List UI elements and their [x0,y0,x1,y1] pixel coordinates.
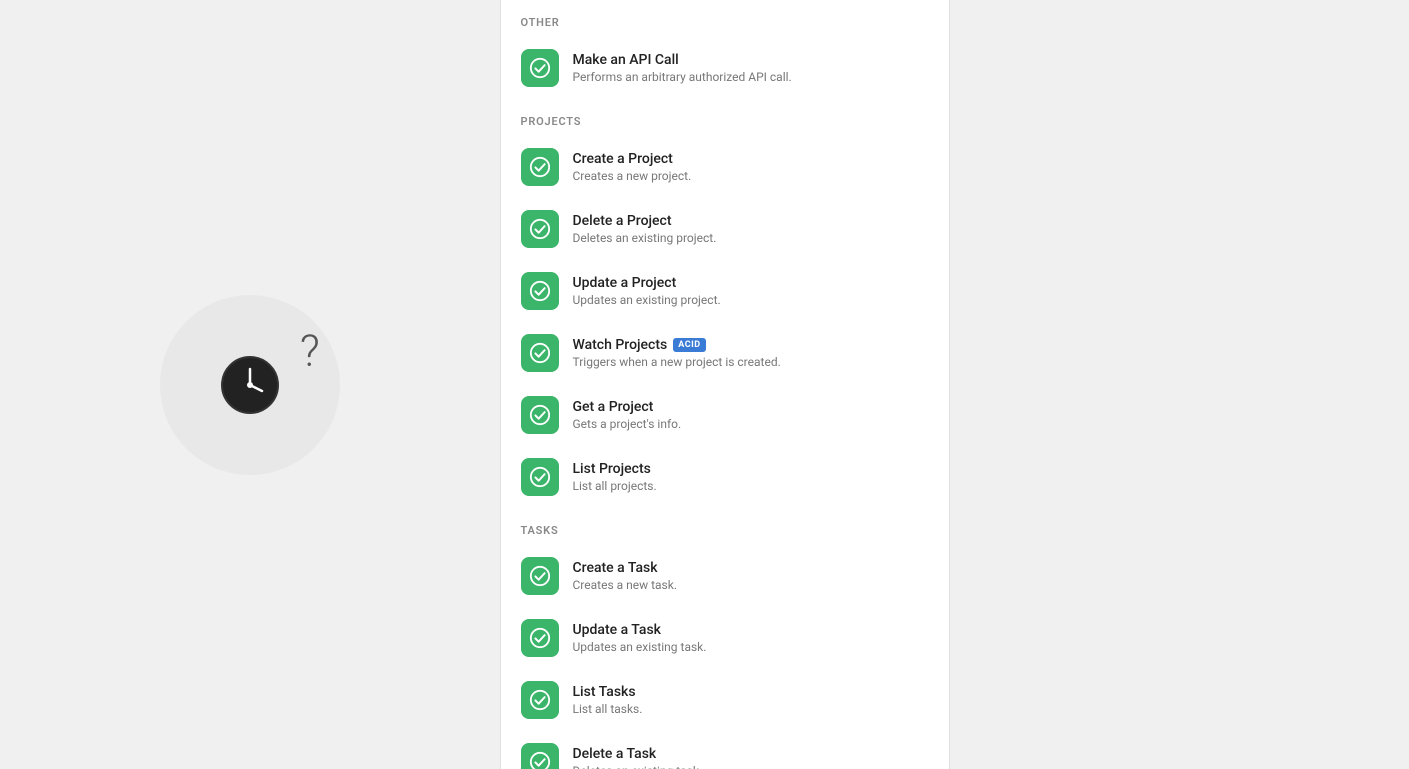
list-item-update-task[interactable]: Update a Task Updates an existing task. [501,607,949,669]
item-title-create-project: Create a Project [573,151,692,167]
item-text-list-projects: List Projects List all projects. [573,461,657,493]
item-text-create-task: Create a Task Creates a new task. [573,560,678,592]
item-title-get-project: Get a Project [573,399,682,415]
item-text-get-project: Get a Project Gets a project's info. [573,399,682,431]
item-text-make-api-call: Make an API Call Performs an arbitrary au… [573,52,792,84]
item-icon-list-projects [521,458,559,496]
list-item-create-project[interactable]: Create a Project Creates a new project. [501,136,949,198]
main-panel: OTHER Make an API Call Performs an arbitr… [500,0,950,769]
left-area: ? [0,0,500,769]
item-title-create-task: Create a Task [573,560,678,576]
section-header-tasks: TASKS [501,508,949,545]
list-item-make-api-call[interactable]: Make an API Call Performs an arbitrary au… [501,37,949,99]
item-text-delete-task: Delete a Task Deletes an existing task. [573,746,703,769]
item-desc-delete-task: Deletes an existing task. [573,764,703,769]
list-item-list-tasks[interactable]: List Tasks List all tasks. [501,669,949,731]
item-title-update-task: Update a Task [573,622,707,638]
item-title-watch-projects: Watch ProjectsACID [573,337,781,353]
decorative-circle: ? [160,295,340,475]
item-icon-delete-project [521,210,559,248]
list-item-delete-task[interactable]: Delete a Task Deletes an existing task. [501,731,949,769]
item-icon-make-api-call [521,49,559,87]
badge-watch-projects: ACID [673,338,705,352]
list-item-get-project[interactable]: Get a Project Gets a project's info. [501,384,949,446]
item-desc-list-projects: List all projects. [573,479,657,493]
list-item-create-task[interactable]: Create a Task Creates a new task. [501,545,949,607]
item-icon-create-task [521,557,559,595]
item-desc-create-project: Creates a new project. [573,169,692,183]
item-desc-get-project: Gets a project's info. [573,417,682,431]
item-text-list-tasks: List Tasks List all tasks. [573,684,643,716]
item-text-create-project: Create a Project Creates a new project. [573,151,692,183]
item-desc-make-api-call: Performs an arbitrary authorized API cal… [573,70,792,84]
right-area [950,0,1409,769]
item-icon-list-tasks [521,681,559,719]
item-title-make-api-call: Make an API Call [573,52,792,68]
item-icon-update-task [521,619,559,657]
section-header-other: OTHER [501,0,949,37]
item-icon-get-project [521,396,559,434]
clock-icon [220,355,280,415]
item-desc-list-tasks: List all tasks. [573,702,643,716]
item-title-update-project: Update a Project [573,275,721,291]
item-icon-create-project [521,148,559,186]
question-mark-icon: ? [300,325,320,377]
item-title-delete-task: Delete a Task [573,746,703,762]
item-icon-delete-task [521,743,559,769]
item-text-update-project: Update a Project Updates an existing proj… [573,275,721,307]
item-text-delete-project: Delete a Project Deletes an existing proj… [573,213,717,245]
item-icon-watch-projects [521,334,559,372]
item-desc-delete-project: Deletes an existing project. [573,231,717,245]
item-icon-update-project [521,272,559,310]
list-item-watch-projects[interactable]: Watch ProjectsACID Triggers when a new pr… [501,322,949,384]
list-item-delete-project[interactable]: Delete a Project Deletes an existing proj… [501,198,949,260]
item-desc-update-task: Updates an existing task. [573,640,707,654]
item-title-list-projects: List Projects [573,461,657,477]
section-header-projects: PROJECTS [501,99,949,136]
list-item-list-projects[interactable]: List Projects List all projects. [501,446,949,508]
list-item-update-project[interactable]: Update a Project Updates an existing proj… [501,260,949,322]
item-text-update-task: Update a Task Updates an existing task. [573,622,707,654]
item-text-watch-projects: Watch ProjectsACID Triggers when a new pr… [573,337,781,369]
item-desc-watch-projects: Triggers when a new project is created. [573,355,781,369]
page-container: ? OTHER Make an API Call Performs an arbi… [0,0,1409,769]
item-title-list-tasks: List Tasks [573,684,643,700]
item-title-delete-project: Delete a Project [573,213,717,229]
item-desc-update-project: Updates an existing project. [573,293,721,307]
item-desc-create-task: Creates a new task. [573,578,678,592]
